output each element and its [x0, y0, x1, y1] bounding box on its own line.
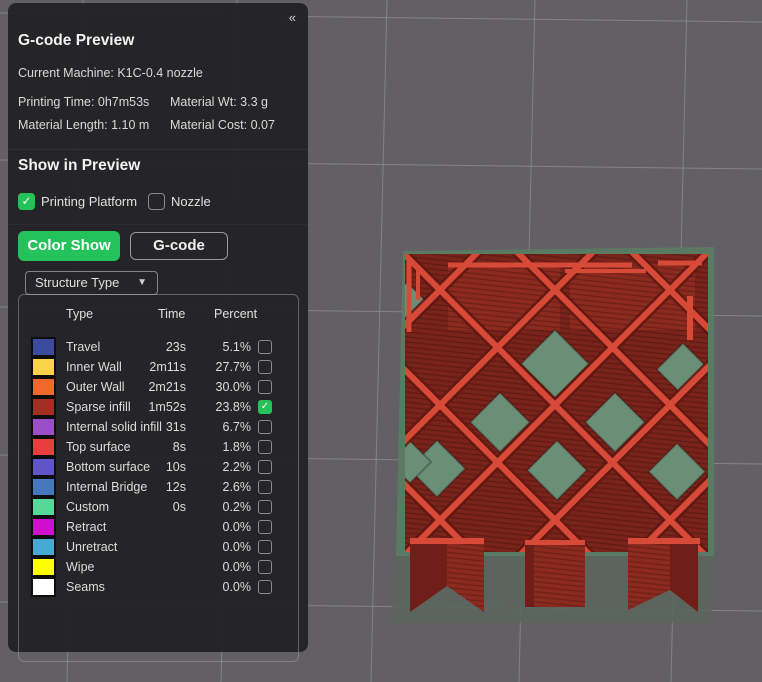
type-visibility-checkbox[interactable]	[258, 560, 272, 574]
type-color-swatch	[31, 457, 56, 477]
type-visibility-checkbox[interactable]	[258, 480, 272, 494]
type-color-swatch	[31, 477, 56, 497]
header-percent: Percent	[214, 307, 258, 321]
structure-type-table: Type Time Percent Travel 23s 5.1% Inner Wal…	[18, 294, 299, 662]
table-row: Bottom surface 10s 2.2%	[19, 457, 298, 477]
type-visibility-checkbox[interactable]	[258, 420, 272, 434]
chevron-down-icon: ▼	[137, 277, 147, 288]
type-visibility-checkbox[interactable]	[258, 460, 272, 474]
stats-row-1: Printing Time: 0h7m53s Material Wt: 3.3 …	[18, 95, 302, 109]
type-time: 2m21s	[148, 380, 186, 394]
structure-type-value: Structure Type	[35, 275, 120, 290]
stats-row-2: Material Length: 1.10 m Material Cost: 0…	[18, 118, 302, 132]
type-visibility-checkbox[interactable]	[258, 440, 272, 454]
table-row: Travel 23s 5.1%	[19, 337, 298, 357]
type-visibility-checkbox[interactable]	[258, 520, 272, 534]
type-label: Unretract	[66, 540, 118, 554]
section-divider	[8, 149, 308, 150]
type-label: Wipe	[66, 560, 95, 574]
nozzle-label: Nozzle	[171, 194, 211, 209]
material-length-label: Material Length: 1.10 m	[18, 118, 150, 132]
type-color-swatch	[31, 437, 56, 457]
header-time: Time	[158, 307, 186, 321]
table-row: Unretract 0.0%	[19, 537, 298, 557]
type-percent: 6.7%	[222, 420, 252, 434]
table-row: Seams 0.0%	[19, 577, 298, 597]
table-row: Top surface 8s 1.8%	[19, 437, 298, 457]
type-visibility-checkbox[interactable]	[258, 360, 272, 374]
type-time: 31s	[165, 420, 186, 434]
type-label: Retract	[66, 520, 107, 534]
type-time: 10s	[165, 460, 186, 474]
material-weight-label: Material Wt: 3.3 g	[170, 95, 268, 109]
type-color-swatch	[31, 337, 56, 357]
table-rows: Travel 23s 5.1% Inner Wall 2m11s 27.7% Outer W…	[19, 337, 298, 597]
type-label: Travel	[66, 340, 101, 354]
color-show-button[interactable]: Color Show	[18, 231, 120, 261]
panel-title: G-code Preview	[18, 32, 135, 49]
type-color-swatch	[31, 557, 56, 577]
table-row: Custom 0s 0.2%	[19, 497, 298, 517]
type-percent: 27.7%	[215, 360, 251, 374]
type-percent: 1.8%	[222, 440, 252, 454]
printing-time-label: Printing Time: 0h7m53s	[18, 95, 150, 109]
type-visibility-checkbox[interactable]	[258, 580, 272, 594]
type-percent: 0.2%	[222, 500, 252, 514]
type-percent: 0.0%	[222, 580, 252, 594]
type-percent: 23.8%	[215, 400, 251, 414]
gcode-button[interactable]: G-code	[130, 232, 228, 260]
type-time: 1m52s	[148, 400, 186, 414]
table-row: Internal solid infill 31s 6.7%	[19, 417, 298, 437]
type-color-swatch	[31, 577, 56, 597]
type-visibility-checkbox[interactable]	[258, 380, 272, 394]
type-color-swatch	[31, 417, 56, 437]
type-color-swatch	[31, 397, 56, 417]
type-time: 12s	[165, 480, 186, 494]
type-percent: 5.1%	[222, 340, 252, 354]
type-visibility-checkbox[interactable]	[258, 540, 272, 554]
type-visibility-checkbox[interactable]	[258, 340, 272, 354]
type-percent: 2.2%	[222, 460, 252, 474]
type-color-swatch	[31, 377, 56, 397]
type-time: 2m11s	[149, 360, 186, 374]
printing-platform-checkbox[interactable]: ✓	[18, 193, 35, 210]
type-visibility-checkbox[interactable]	[258, 500, 272, 514]
printing-platform-label: Printing Platform	[41, 194, 138, 209]
type-percent: 2.6%	[222, 480, 252, 494]
type-color-swatch	[31, 497, 56, 517]
table-row: Inner Wall 2m11s 27.7%	[19, 357, 298, 377]
table-row: Outer Wall 2m21s 30.0%	[19, 377, 298, 397]
type-time: 0s	[172, 500, 186, 514]
current-machine-label: Current Machine: K1C-0.4 nozzle	[18, 66, 203, 80]
type-percent: 30.0%	[215, 380, 251, 394]
type-percent: 0.0%	[222, 520, 252, 534]
type-color-swatch	[31, 537, 56, 557]
type-color-swatch	[31, 357, 56, 377]
table-row: Retract 0.0%	[19, 517, 298, 537]
type-percent: 0.0%	[222, 540, 252, 554]
type-visibility-checkbox[interactable]: ✓	[258, 400, 272, 414]
header-type: Type	[66, 307, 94, 321]
table-row: Sparse infill 1m52s 23.8% ✓	[19, 397, 298, 417]
type-time: 23s	[165, 340, 186, 354]
type-time: 8s	[172, 440, 186, 454]
collapse-panel-icon[interactable]: «	[289, 10, 296, 25]
table-row: Internal Bridge 12s 2.6%	[19, 477, 298, 497]
section-divider	[8, 224, 308, 225]
type-percent: 0.0%	[222, 560, 252, 574]
structure-type-dropdown[interactable]: Structure Type ▼	[25, 271, 158, 295]
type-color-swatch	[31, 517, 56, 537]
type-label: Seams	[66, 580, 105, 594]
material-cost-label: Material Cost: 0.07	[170, 118, 275, 132]
show-in-preview-title: Show in Preview	[18, 157, 141, 174]
table-row: Wipe 0.0%	[19, 557, 298, 577]
nozzle-checkbox[interactable]	[148, 193, 165, 210]
type-label: Custom	[66, 500, 110, 514]
